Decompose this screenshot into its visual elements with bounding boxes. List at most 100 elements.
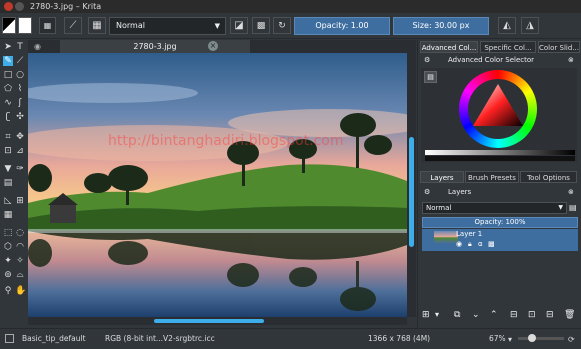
freehand-select-icon[interactable]: ◠ [15, 242, 25, 252]
move-down-icon[interactable]: ⌄ [472, 310, 480, 320]
minimize-window-button[interactable] [15, 2, 24, 11]
polygon-select-icon[interactable]: ⬡ [3, 242, 13, 252]
landscape-image [28, 53, 407, 317]
crop-tool-icon[interactable]: ⌗ [3, 132, 13, 142]
color-selector-lock-icon[interactable]: ⚙ [424, 56, 430, 64]
value-strip[interactable] [425, 150, 575, 155]
close-window-button[interactable] [4, 2, 13, 11]
color-picker-icon[interactable]: ✑ [15, 164, 25, 174]
brush-name: Basic_tip_default [22, 334, 86, 343]
flatten-icon[interactable]: ⊡ [528, 310, 536, 320]
gradient-tool-icon[interactable]: ▤ [3, 178, 13, 188]
multibrush-icon[interactable]: ✣ [15, 112, 25, 122]
layer-blend-value: Normal [426, 204, 452, 212]
alpha-lock-icon[interactable]: α [478, 240, 483, 248]
mirror-vertical-icon[interactable]: ◮ [521, 17, 539, 34]
brush-presets-icon[interactable]: ▦ [88, 17, 106, 34]
mirror-horizontal-icon[interactable]: ◭ [498, 17, 516, 34]
blend-mode-select[interactable]: Normal ▼ [109, 17, 226, 35]
add-layer-menu-icon[interactable]: ▾ [435, 310, 439, 319]
layer-properties-icon[interactable]: ⊟ [510, 310, 518, 320]
delete-layer-icon[interactable]: 🗑︎ [564, 310, 575, 320]
ellipse-select-icon[interactable]: ◌ [15, 228, 25, 238]
zoom-tool-icon[interactable]: ⚲ [3, 286, 13, 296]
horizontal-scrollbar[interactable] [28, 317, 407, 325]
tab-tool-options[interactable]: Tool Options [520, 171, 577, 183]
move-tool-icon[interactable]: ➤ [3, 42, 13, 52]
rotate-canvas-icon[interactable]: ⟳ [568, 330, 575, 349]
reload-preset-icon[interactable]: ↻ [273, 17, 291, 34]
vertical-scroll-thumb[interactable] [409, 137, 414, 247]
close-tab-icon[interactable]: × [208, 41, 218, 51]
duplicate-layer-icon[interactable]: ⧉ [454, 310, 460, 320]
measure-tool-icon[interactable]: ⊿ [15, 146, 25, 156]
hue-ring[interactable] [459, 70, 537, 148]
lock-icon[interactable]: 🔒︎ [468, 240, 472, 249]
brush-editor-icon[interactable]: ⟋ [64, 17, 82, 34]
tab-brush-presets[interactable]: Brush Presets [465, 171, 519, 183]
tab-specific-color[interactable]: Specific Col... [480, 41, 536, 53]
ellipse-tool-icon[interactable]: ○ [15, 70, 25, 80]
add-layer-icon[interactable]: ⊞ [422, 310, 430, 320]
tab-color-sliders[interactable]: Color Slid... [538, 41, 580, 53]
color-history-strip[interactable] [425, 156, 575, 161]
layer-settings-icon[interactable]: ⊟ [546, 310, 554, 320]
canvas[interactable]: http://bintanghadiri.blogspot.com [28, 53, 407, 317]
layer-row[interactable]: Layer 1 ◉ 🔒︎ α ▩ [422, 229, 578, 251]
color-selector-settings-icon[interactable]: ▤ [424, 71, 437, 83]
layer-opacity-value: Opacity: 100% [474, 218, 526, 226]
opacity-slider[interactable]: Opacity: 1.00 [294, 17, 390, 35]
dynamic-brush-icon[interactable]: ʗ [3, 112, 13, 122]
text-tool-icon[interactable]: T [15, 42, 25, 52]
layer-blend-select[interactable]: Normal ▼ [422, 202, 567, 214]
polyline-tool-icon[interactable]: ⌇ [15, 84, 25, 94]
layer-filter-icon[interactable]: ▤ [569, 203, 577, 212]
zoom-slider-handle[interactable] [528, 334, 536, 342]
horizontal-scroll-thumb[interactable] [154, 319, 264, 323]
pattern-swatch-icon[interactable]: ▦ [39, 17, 56, 34]
grid-tool-icon[interactable]: ▦ [3, 210, 13, 220]
rect-select-icon[interactable]: ⬚ [3, 228, 13, 238]
toolbox: ➤ T ✎ ⟋ □ ○ ⬠ ⌇ ∿ ʃ ʗ ✣ ⌗ ✥ ⊡ ⊿ ▼ ✑ ▤ ◺ … [0, 40, 27, 328]
transform-tool-icon[interactable]: ✥ [15, 132, 25, 142]
similar-select-icon[interactable]: ✧ [15, 256, 25, 266]
ruler-tool-icon[interactable]: ◺ [3, 196, 13, 206]
tab-advanced-color[interactable]: Advanced Col... [420, 41, 478, 53]
magnetic-select-icon[interactable]: ⊚ [3, 270, 13, 280]
layer-opacity-slider[interactable]: Opacity: 100% [422, 217, 578, 228]
preserve-alpha-icon[interactable]: ▩ [252, 17, 270, 34]
layers-lock-icon[interactable]: ⚙ [424, 188, 430, 196]
fill-tool-icon[interactable]: ▼ [3, 164, 13, 174]
vertical-scrollbar[interactable] [407, 53, 416, 317]
freehand-brush-icon[interactable]: ✎ [3, 56, 13, 66]
freehand-path-icon[interactable]: ʃ [15, 98, 25, 108]
saturation-triangle[interactable] [469, 80, 527, 138]
gradient-swatch-icon[interactable] [18, 17, 32, 34]
color-selector-area[interactable]: ▤ [421, 68, 577, 162]
foreground-background-color-icon[interactable] [2, 17, 16, 34]
close-layers-icon[interactable]: ⊗ [568, 188, 574, 196]
layers-title: Layers [448, 188, 472, 196]
perspective-grid-icon[interactable]: ⊞ [15, 196, 25, 206]
visibility-icon[interactable]: ◉ [456, 240, 462, 248]
size-slider[interactable]: Size: 30.00 px [393, 17, 489, 35]
inherit-alpha-icon[interactable]: ▩ [488, 240, 495, 248]
pan-tool-icon[interactable]: ✋ [15, 286, 26, 296]
assistant-tool-icon[interactable]: ⊡ [3, 146, 13, 156]
tab-layers[interactable]: Layers [420, 171, 464, 183]
zoom-level: 67% [489, 334, 506, 343]
contiguous-select-icon[interactable]: ✦ [3, 256, 13, 266]
line-tool-icon[interactable]: ⟋ [15, 56, 25, 66]
document-tab-label: 2780-3.jpg [133, 42, 177, 51]
tool-options-bar: ▦ ⟋ ▦ Normal ▼ ◪ ▩ ↻ Opacity: 1.00 Size:… [0, 13, 581, 39]
zoom-dropdown-icon[interactable]: ▾ [508, 330, 512, 349]
eraser-mode-icon[interactable]: ◪ [230, 17, 248, 34]
close-panel-icon[interactable]: ⊗ [568, 56, 574, 64]
bezier-select-icon[interactable]: ⌓ [15, 270, 25, 280]
rectangle-tool-icon[interactable]: □ [3, 70, 13, 80]
polygon-tool-icon[interactable]: ⬠ [3, 84, 13, 94]
bezier-tool-icon[interactable]: ∿ [3, 98, 13, 108]
move-up-icon[interactable]: ⌃ [490, 310, 498, 320]
zoom-slider[interactable] [518, 334, 564, 342]
tab-document[interactable]: 2780-3.jpg [60, 40, 250, 53]
